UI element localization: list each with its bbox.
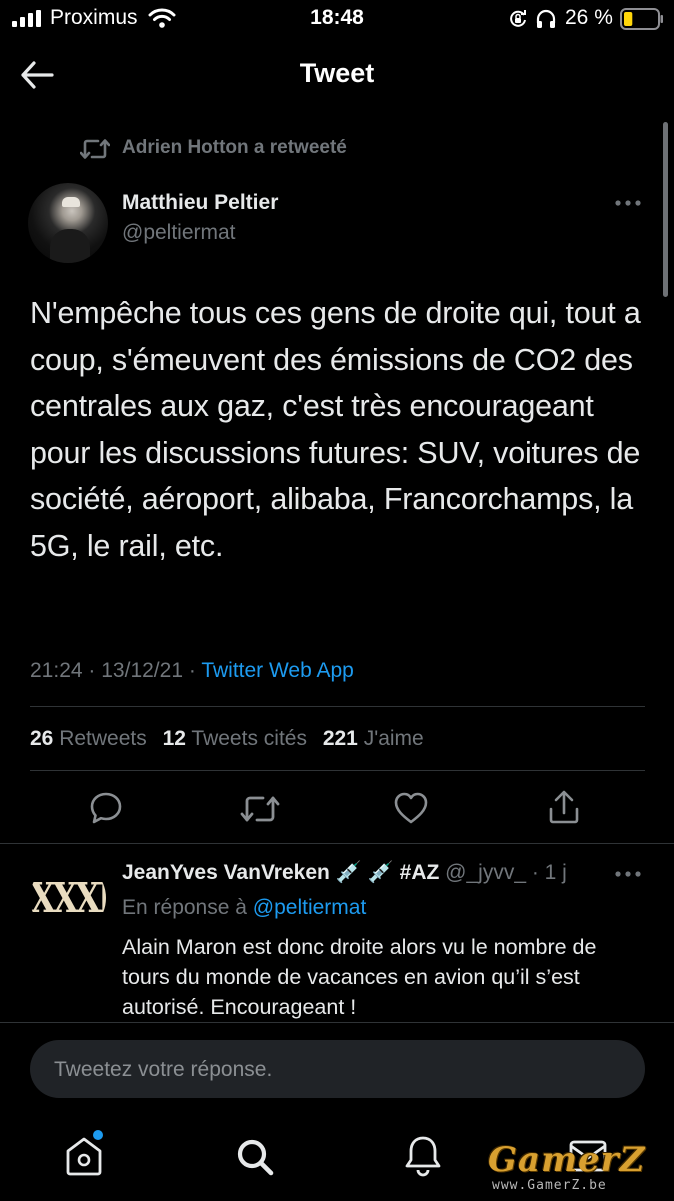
meta-separator: ·: [88, 659, 96, 682]
reply-author-badges: 💉 💉 #AZ: [335, 861, 440, 884]
author-handle[interactable]: @peltiermat: [122, 221, 236, 245]
reply-avatar-logo: XXXI: [30, 873, 106, 922]
likes-label: J'aime: [363, 727, 424, 750]
reply-text: Alain Maron est donc droite alors vu le …: [122, 935, 597, 1019]
status-bar: Proximus 18:48 26 %: [0, 0, 674, 38]
reply-composer[interactable]: [30, 1040, 645, 1100]
quotes-label: Tweets cités: [191, 727, 307, 750]
retweet-icon[interactable]: [240, 793, 280, 825]
divider: [0, 843, 674, 844]
reply-header: JeanYves VanVreken 💉 💉 #AZ @_jyvv_ · 1 j: [122, 861, 567, 885]
reply-more-options-icon[interactable]: [614, 868, 644, 880]
in-reply-handle[interactable]: @peltiermat: [253, 896, 367, 919]
reply-author-name[interactable]: JeanYves VanVreken: [122, 861, 330, 884]
search-icon[interactable]: [235, 1137, 275, 1177]
author-name[interactable]: Matthieu Peltier: [122, 191, 278, 215]
likes-count: 221: [322, 727, 358, 750]
quotes-stat[interactable]: 12 Tweets cités: [163, 727, 307, 750]
share-icon[interactable]: [547, 789, 581, 825]
reply-icon[interactable]: [89, 791, 123, 825]
reply-input[interactable]: [52, 1040, 616, 1100]
retweet-context-text[interactable]: Adrien Hotton a retweeté: [122, 137, 347, 159]
divider: [30, 770, 645, 771]
divider: [30, 706, 645, 707]
retweet-context-icon: [80, 137, 110, 161]
reply-age: · 1 j: [531, 861, 567, 884]
battery-icon: [620, 8, 664, 30]
tweet-text: N'empêche tous ces gens de droite qui, t…: [30, 296, 641, 563]
tweet-source-link[interactable]: Twitter Web App: [201, 659, 354, 682]
orientation-lock-icon: [508, 9, 528, 29]
scrollbar[interactable]: [663, 122, 668, 297]
reply-author-handle[interactable]: @_jyvv_: [445, 861, 526, 884]
battery-percent: 26 %: [565, 6, 613, 29]
in-reply-prefix: En réponse à: [122, 896, 247, 919]
retweets-stat[interactable]: 26 Retweets: [30, 727, 147, 750]
notifications-bell-icon[interactable]: [403, 1134, 443, 1178]
retweets-count: 26: [30, 727, 54, 750]
reply-avatar[interactable]: XXXI: [30, 860, 106, 936]
in-reply-to: En réponse à @peltiermat: [122, 896, 366, 920]
tweet-stats: 26 Retweets 12 Tweets cités 221 J'aime: [30, 727, 424, 751]
tweet-time: 21:24: [30, 659, 83, 682]
watermark-logo: GamerZ: [488, 1140, 646, 1180]
headphones-icon: [535, 9, 557, 29]
retweets-label: Retweets: [59, 727, 147, 750]
like-heart-icon[interactable]: [393, 791, 429, 825]
tweet-date: 13/12/21: [101, 659, 183, 682]
tweet-meta: 21:24 · 13/12/21 · Twitter Web App: [30, 659, 354, 683]
notification-dot: [93, 1130, 103, 1140]
page-title: Tweet: [299, 58, 375, 88]
likes-stat[interactable]: 221 J'aime: [323, 727, 424, 750]
more-options-icon[interactable]: [614, 197, 644, 209]
meta-separator: ·: [188, 659, 196, 682]
watermark-url: www.GamerZ.be: [492, 1178, 607, 1193]
quotes-count: 12: [162, 727, 186, 750]
author-avatar[interactable]: [28, 183, 108, 263]
